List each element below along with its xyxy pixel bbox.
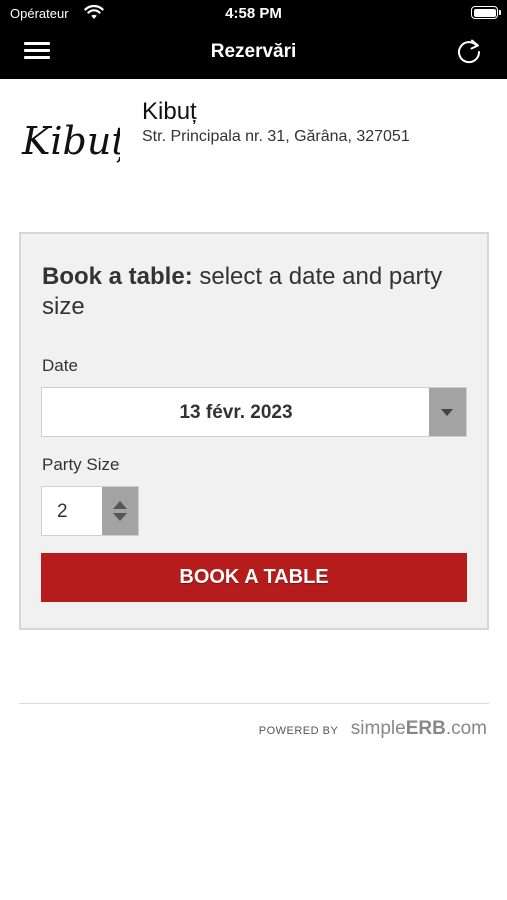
powered-by-label: POWERED BY [258, 725, 339, 737]
party-size-label: Party Size [42, 455, 120, 474]
party-size-select[interactable]: 2 [41, 486, 139, 536]
restaurant-address: Str. Principala nr. 31, Gărâna, 327051 [142, 128, 410, 145]
status-time: 4:58 PM [225, 5, 282, 22]
date-value: 13 févr. 2023 [179, 402, 293, 423]
battery-icon [471, 6, 501, 19]
date-select[interactable]: 13 févr. 2023 [41, 387, 467, 437]
up-down-arrows-icon[interactable] [102, 487, 138, 535]
svg-text:Kibuț: Kibuț [21, 119, 120, 163]
status-bar: Opérateur 4:58 PM [0, 0, 507, 28]
top-bar: Opérateur 4:58 PM Rezervări [0, 0, 507, 79]
refresh-icon[interactable] [454, 36, 484, 66]
page-title: Rezervări [210, 41, 297, 62]
party-size-value: 2 [57, 501, 68, 522]
booking-panel: Book a table: select a date and party si… [19, 232, 489, 630]
powered-by-footer: POWERED BY simpleERB.com [259, 718, 487, 740]
date-label: Date [42, 356, 78, 375]
booking-title: Book a table: select a date and party si… [42, 263, 443, 320]
chevron-down-icon[interactable] [429, 388, 466, 436]
simpleerb-link[interactable]: simpleERB.com [351, 718, 487, 739]
restaurant-logo: Kibuț [20, 112, 127, 170]
book-table-button[interactable]: BOOK A TABLE [41, 553, 467, 602]
divider [19, 703, 489, 704]
restaurant-name: Kibuț [142, 98, 197, 125]
